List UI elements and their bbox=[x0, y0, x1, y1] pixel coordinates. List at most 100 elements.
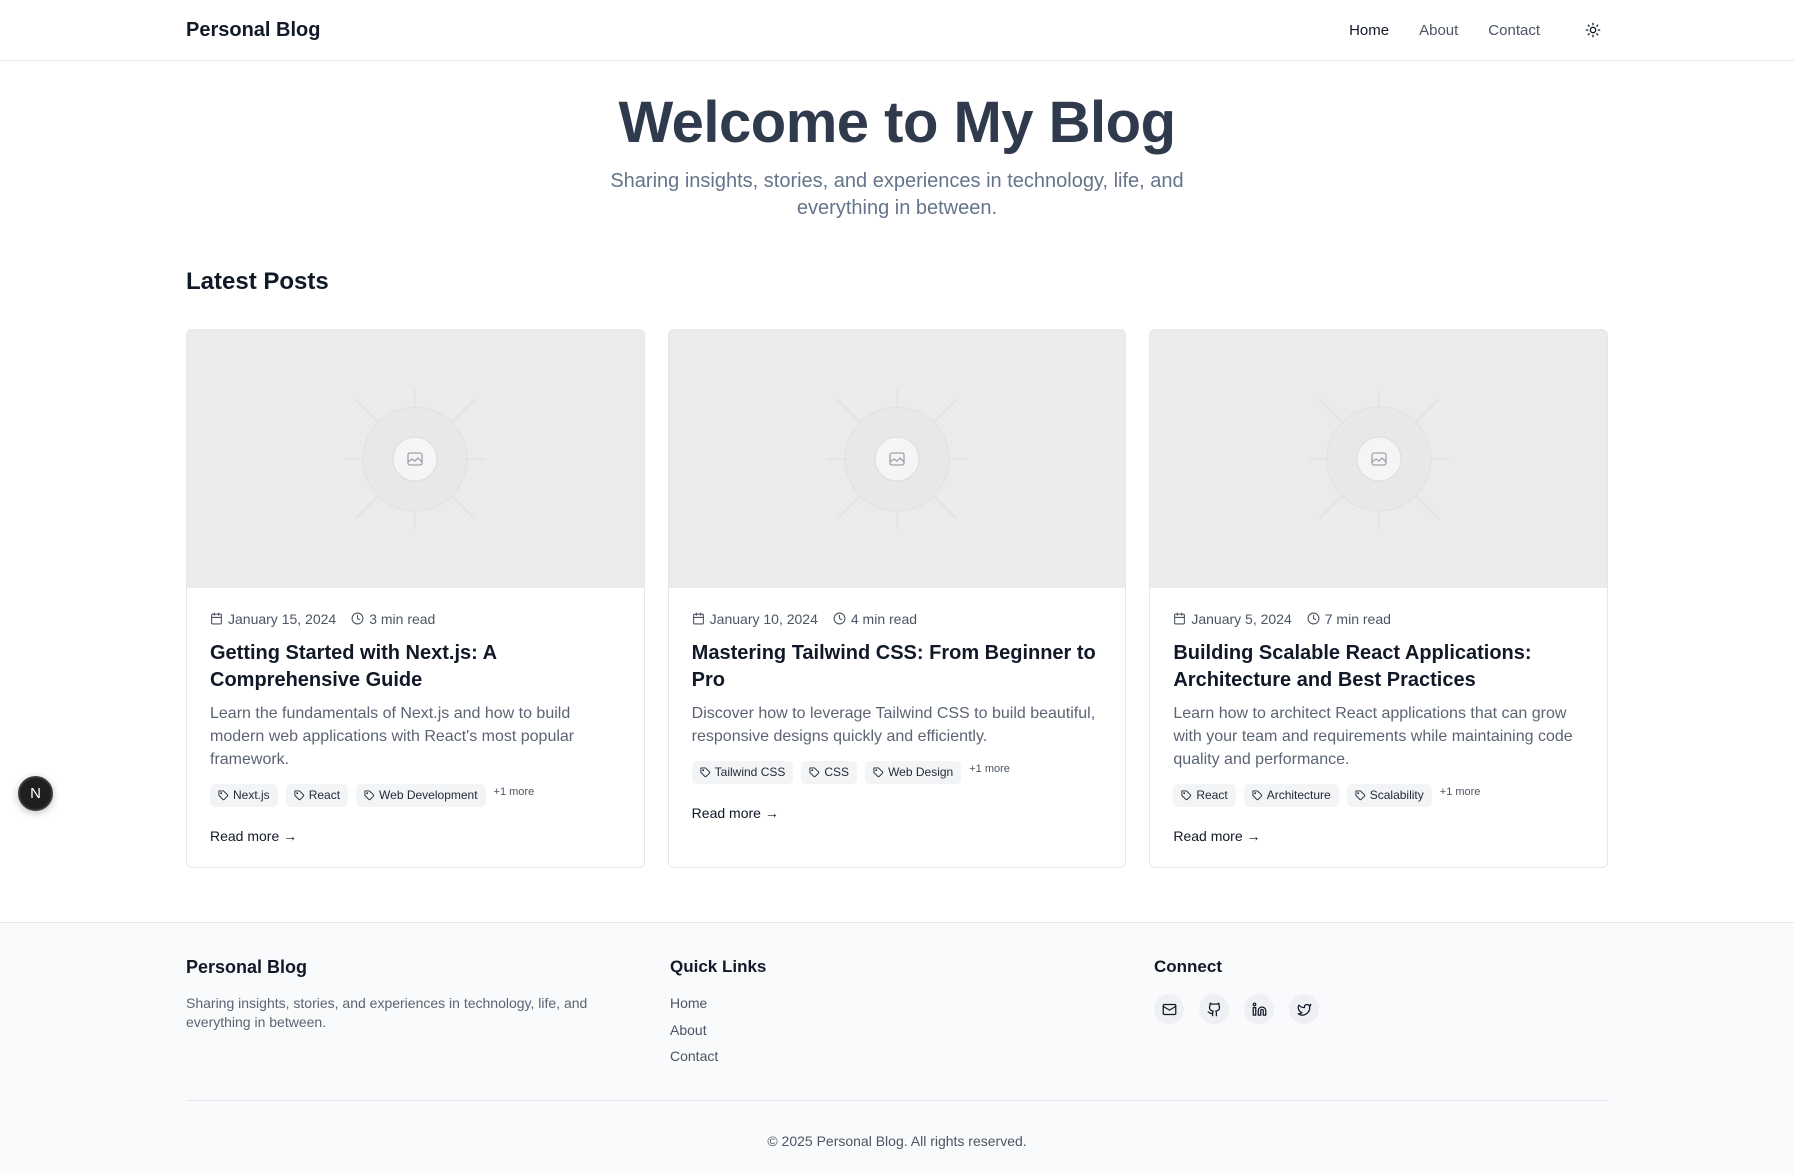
post-tag-label: CSS bbox=[824, 765, 850, 779]
linkedin-icon bbox=[1252, 1002, 1266, 1016]
footer-brand: Personal Blog bbox=[186, 957, 308, 977]
tag-icon bbox=[1252, 789, 1262, 800]
post-tag[interactable]: Next.js bbox=[210, 783, 278, 807]
github-social-button[interactable] bbox=[1199, 994, 1229, 1024]
tag-icon bbox=[873, 766, 884, 777]
calendar-icon bbox=[1174, 612, 1186, 625]
sun-icon bbox=[1585, 22, 1601, 38]
post-card[interactable]: January 10, 2024 4 min read Mastering Tail… bbox=[667, 328, 1127, 868]
post-tag-label: Tailwind CSS bbox=[714, 765, 786, 779]
footer-quick-links: Quick Links Home About Contact bbox=[670, 957, 1154, 1070]
footer-connect: Connect bbox=[1154, 957, 1334, 1070]
hero-subtitle: Sharing insights, stories, and experienc… bbox=[610, 169, 1184, 219]
post-tag[interactable]: Web Development bbox=[356, 783, 486, 807]
post-tag[interactable]: Scalability bbox=[1346, 783, 1432, 807]
post-excerpt: Learn how to architect React application… bbox=[1173, 704, 1573, 768]
post-tags: Next.js React Web Development +1 more bbox=[210, 783, 621, 807]
post-date: January 5, 2024 bbox=[1191, 610, 1292, 627]
calendar-icon bbox=[211, 612, 222, 625]
post-tag-label: Next.js bbox=[233, 788, 270, 802]
footer-divider bbox=[186, 1099, 1608, 1101]
copyright-text: © 2025 Personal Blog. All rights reserve… bbox=[767, 1132, 1027, 1149]
footer-about: Personal Blog Sharing insights, stories,… bbox=[186, 957, 670, 1070]
nav-about-link[interactable]: About bbox=[1419, 22, 1458, 39]
tag-icon bbox=[1181, 789, 1192, 800]
footer-link-about[interactable]: About bbox=[670, 1017, 1154, 1044]
post-meta: January 10, 2024 4 min read bbox=[692, 611, 1103, 627]
latest-posts-heading: Latest Posts bbox=[186, 267, 329, 295]
post-date: January 10, 2024 bbox=[709, 610, 818, 627]
post-tag[interactable]: Tailwind CSS bbox=[691, 760, 794, 784]
linkedin-social-button[interactable] bbox=[1244, 994, 1274, 1024]
mail-icon bbox=[1162, 1003, 1176, 1015]
nav-home-link[interactable]: Home bbox=[1349, 22, 1389, 39]
post-title[interactable]: Building Scalable React Applications: Ar… bbox=[1173, 640, 1584, 694]
post-meta: January 5, 2024 7 min read bbox=[1173, 611, 1584, 627]
post-excerpt: Discover how to leverage Tailwind CSS to… bbox=[691, 704, 1096, 745]
footer-link-contact[interactable]: Contact bbox=[670, 1043, 1154, 1070]
more-tags-count: +1 more bbox=[493, 785, 535, 798]
connect-title: Connect bbox=[1154, 957, 1222, 976]
post-tag-label: React bbox=[1196, 788, 1228, 802]
clock-icon bbox=[351, 612, 364, 625]
post-cover-image[interactable] bbox=[187, 329, 644, 588]
main-nav: Home About Contact bbox=[1319, 15, 1608, 45]
post-read-time: 4 min read bbox=[850, 610, 918, 627]
post-tag[interactable]: Web Design bbox=[865, 760, 962, 784]
post-tag[interactable]: Architecture bbox=[1243, 783, 1339, 807]
clock-icon bbox=[1307, 612, 1320, 625]
image-placeholder-icon bbox=[345, 388, 486, 529]
site-footer: Personal Blog Sharing insights, stories,… bbox=[0, 922, 1794, 1173]
more-tags-count: +1 more bbox=[1439, 785, 1481, 798]
clock-icon bbox=[833, 612, 846, 625]
post-title[interactable]: Getting Started with Next.js: A Comprehe… bbox=[210, 640, 621, 694]
post-cover-image[interactable] bbox=[1150, 329, 1608, 588]
tag-icon bbox=[364, 789, 375, 800]
post-read-time: 3 min read bbox=[369, 610, 436, 627]
post-tag[interactable]: React bbox=[1173, 783, 1236, 807]
post-tag-label: React bbox=[308, 788, 341, 802]
post-tags: React Architecture Scalability +1 more bbox=[1173, 783, 1584, 807]
image-placeholder-icon bbox=[827, 388, 967, 529]
site-brand[interactable]: Personal Blog bbox=[186, 19, 320, 42]
tag-icon bbox=[1355, 789, 1365, 800]
twitter-social-button[interactable] bbox=[1289, 994, 1319, 1024]
post-tag-label: Web Development bbox=[379, 788, 478, 802]
post-cover-image[interactable] bbox=[668, 329, 1126, 588]
calendar-icon bbox=[692, 612, 704, 625]
hero-title: Welcome to My Blog bbox=[618, 90, 1176, 155]
post-tag[interactable]: CSS bbox=[801, 760, 858, 784]
quick-links-title: Quick Links bbox=[670, 957, 767, 976]
image-placeholder-icon bbox=[1308, 388, 1449, 529]
read-more-link[interactable]: Read more → bbox=[1173, 828, 1260, 844]
post-tag-label: Scalability bbox=[1369, 788, 1424, 802]
post-title[interactable]: Mastering Tailwind CSS: From Beginner to… bbox=[692, 640, 1103, 694]
post-tag[interactable]: React bbox=[285, 783, 349, 807]
read-more-link[interactable]: Read more → bbox=[692, 805, 779, 821]
read-more-link[interactable]: Read more → bbox=[210, 828, 297, 844]
hero-section: Welcome to My Blog Sharing insights, sto… bbox=[0, 61, 1794, 222]
tag-icon bbox=[809, 766, 820, 777]
post-date: January 15, 2024 bbox=[228, 610, 337, 627]
tag-icon bbox=[700, 766, 710, 777]
post-card[interactable]: January 5, 2024 7 min read Building Scalab… bbox=[1149, 328, 1609, 868]
post-card-grid: January 15, 2024 3 min read Getting Starte… bbox=[186, 328, 1609, 868]
footer-link-home[interactable]: Home bbox=[670, 990, 1154, 1017]
more-tags-count: +1 more bbox=[969, 762, 1010, 775]
twitter-icon bbox=[1297, 1003, 1311, 1016]
post-card[interactable]: January 15, 2024 3 min read Getting Starte… bbox=[186, 328, 645, 868]
post-read-time: 7 min read bbox=[1324, 610, 1391, 627]
tag-icon bbox=[294, 789, 304, 800]
tag-icon bbox=[218, 789, 229, 800]
github-icon bbox=[1207, 1002, 1220, 1016]
footer-description: Sharing insights, stories, and experienc… bbox=[186, 995, 588, 1030]
theme-toggle-button[interactable] bbox=[1578, 15, 1608, 45]
email-social-button[interactable] bbox=[1154, 994, 1184, 1024]
next-dev-badge[interactable]: N bbox=[18, 776, 53, 811]
post-tags: Tailwind CSS CSS Web Design +1 more bbox=[691, 760, 1103, 784]
post-tag-label: Architecture bbox=[1266, 788, 1331, 802]
post-meta: January 15, 2024 3 min read bbox=[210, 611, 621, 627]
post-excerpt: Learn the fundamentals of Next.js and ho… bbox=[210, 704, 575, 768]
site-header: Personal Blog Home About Contact bbox=[0, 0, 1794, 61]
nav-contact-link[interactable]: Contact bbox=[1488, 22, 1540, 39]
